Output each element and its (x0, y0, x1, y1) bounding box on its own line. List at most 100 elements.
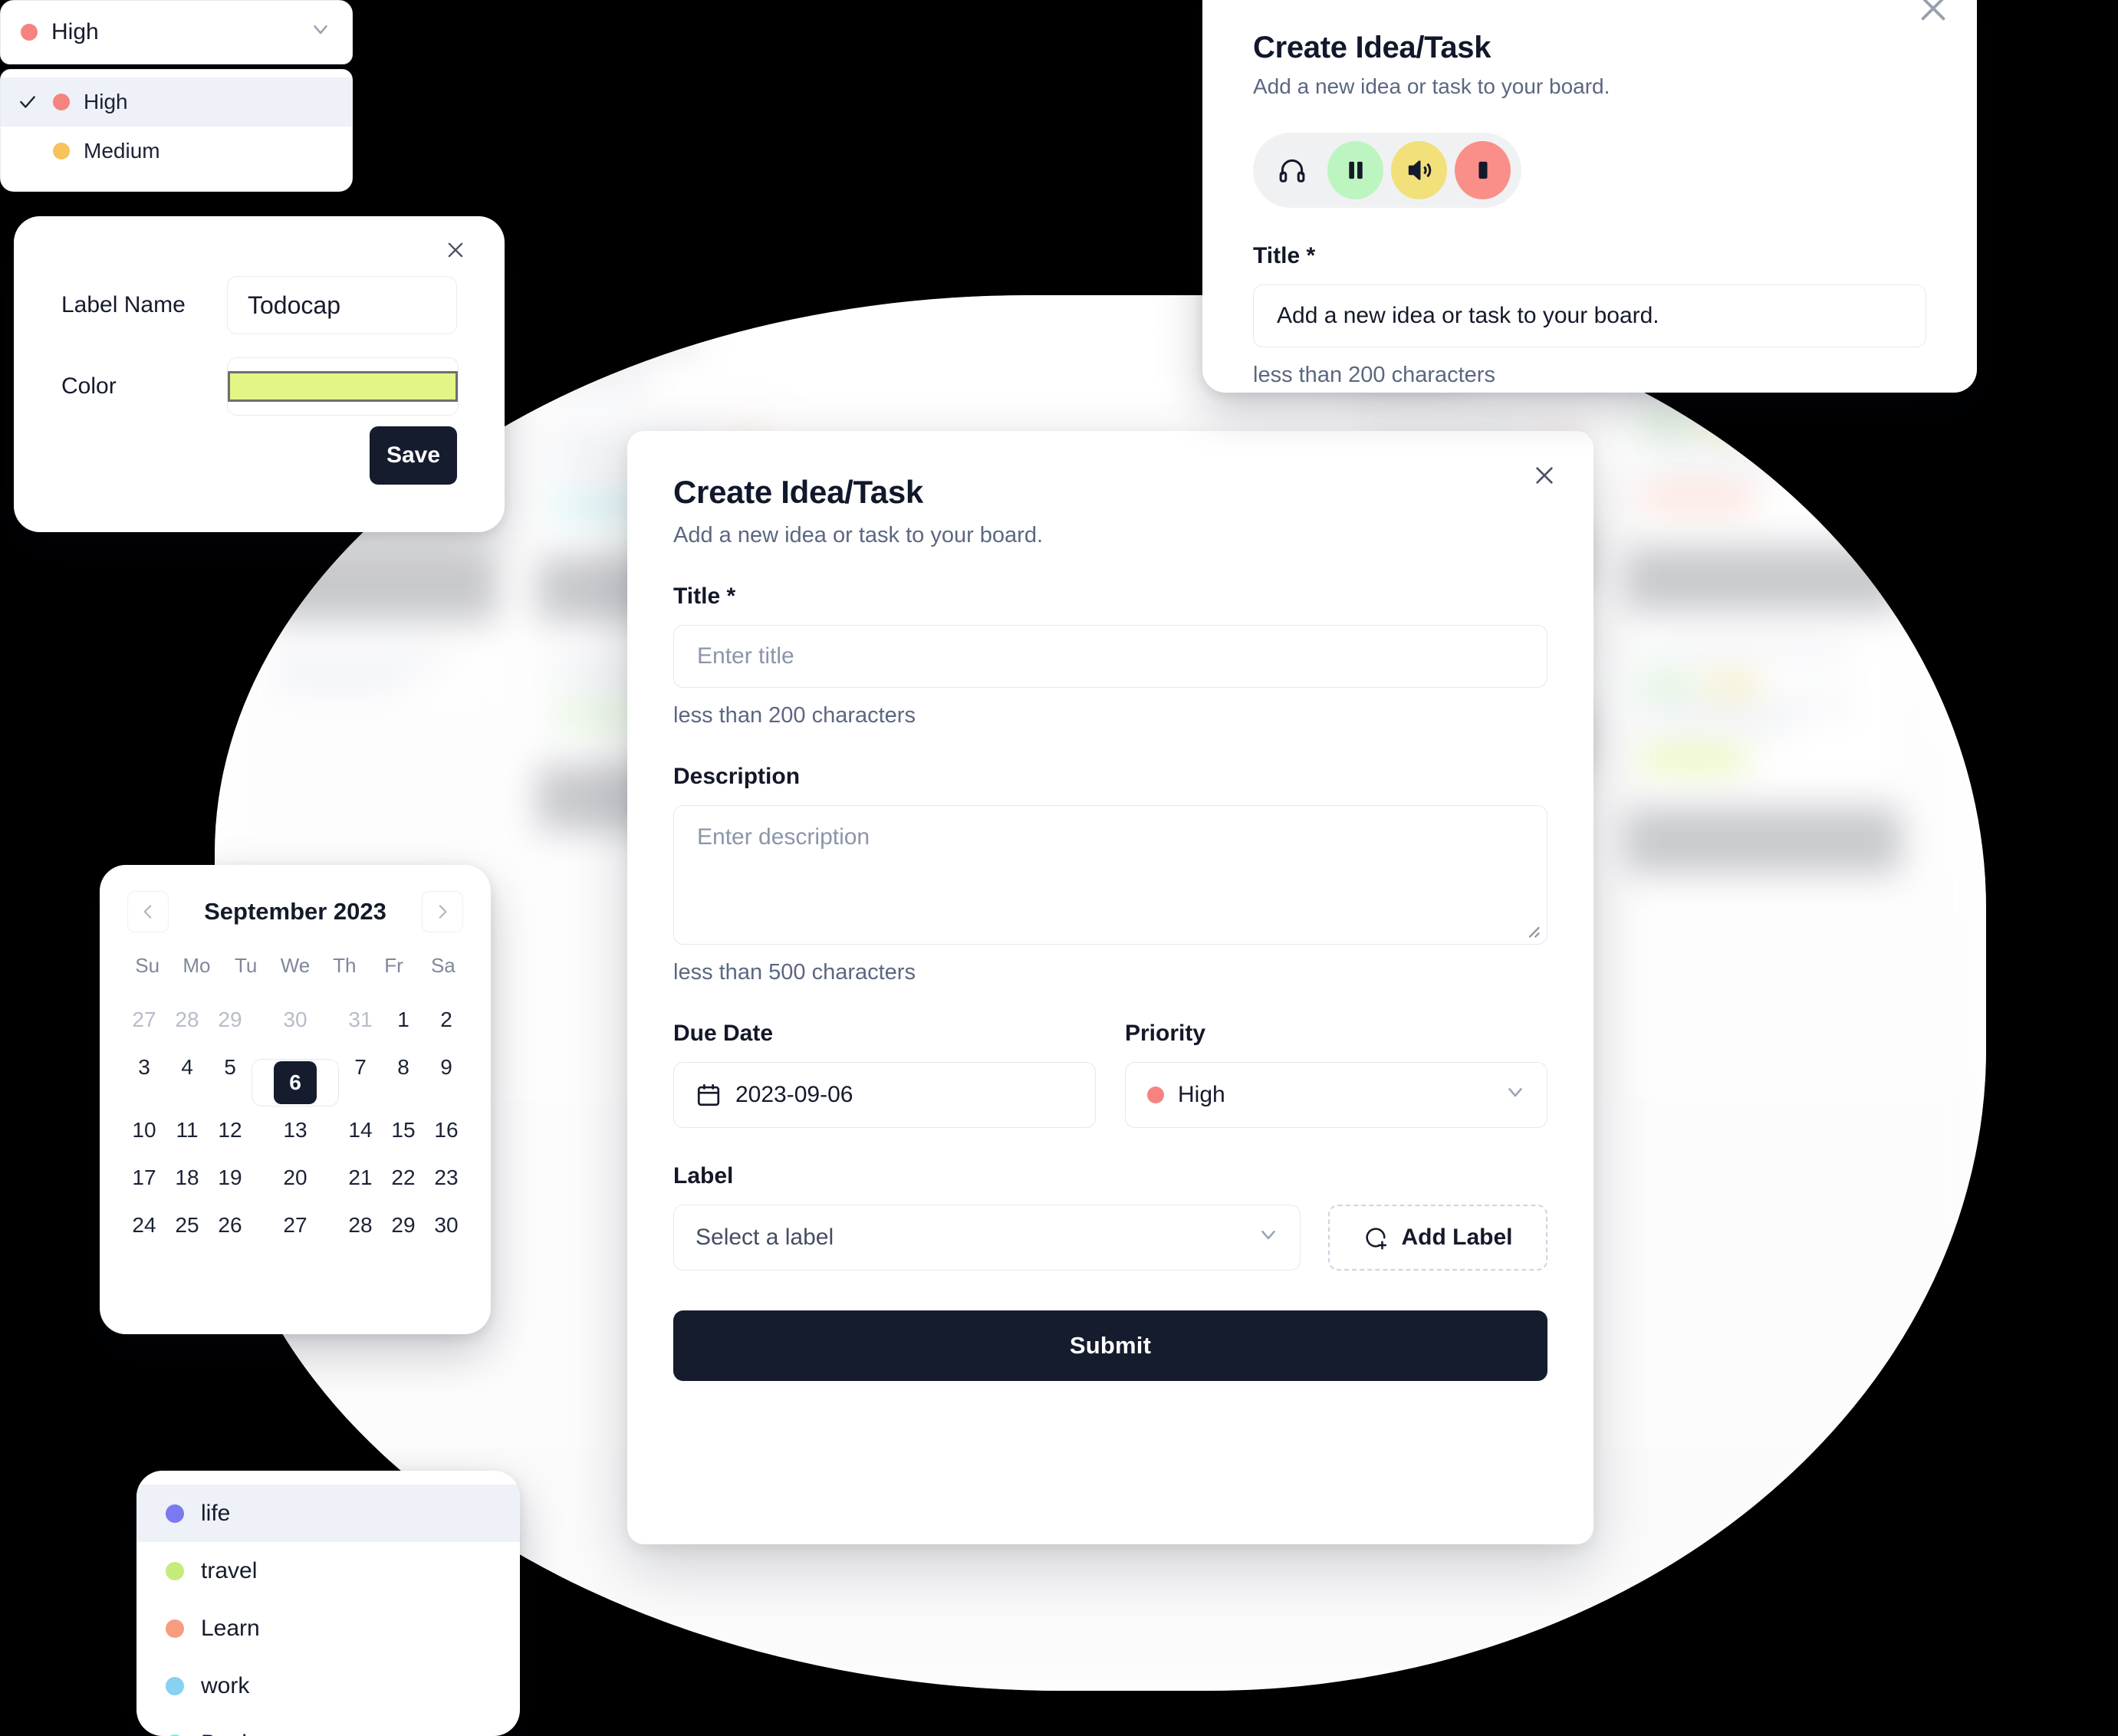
label-list-item[interactable]: life (136, 1484, 520, 1542)
calendar-day[interactable]: 9 (425, 1044, 468, 1091)
pause-button[interactable] (1327, 141, 1383, 199)
priority-dropdown-trigger[interactable]: High (0, 0, 353, 64)
priority-select[interactable]: High (1125, 1062, 1547, 1128)
calendar-day[interactable]: 1 (382, 996, 425, 1044)
calendar-day-number: 14 (348, 1118, 373, 1142)
priority-option-label: High (84, 90, 128, 113)
calendar-day-grid: 27 28 29 30 31 1 2 3 4 5 6 7 8 9 10 11 12 13 14 15 16 17 18 19 2… (123, 996, 468, 1249)
description-placeholder: Enter description (697, 824, 870, 850)
calendar-day-number: 7 (354, 1055, 367, 1079)
close-icon[interactable] (439, 233, 472, 267)
label-list-item[interactable]: work (136, 1657, 520, 1715)
calendar-day-number: 30 (434, 1213, 459, 1237)
calendar-day[interactable]: 13 (252, 1106, 339, 1154)
priority-dropdown: High High Medium Low (0, 0, 353, 192)
calendar-day[interactable]: 26 (209, 1202, 252, 1249)
title-input[interactable]: Add a new idea or task to your board. (1253, 284, 1926, 347)
label-name-input[interactable]: Todocap (227, 276, 457, 334)
calendar-day[interactable]: 17 (123, 1154, 166, 1202)
calendar-day[interactable]: 5 (209, 1044, 252, 1091)
calendar-day[interactable]: 21 (339, 1154, 382, 1202)
calendar-day-number: 22 (391, 1166, 416, 1189)
chevron-left-icon (143, 905, 152, 919)
calendar-day-number: 13 (283, 1118, 308, 1142)
calendar-day[interactable]: 15 (382, 1106, 425, 1154)
calendar-day-number: 21 (348, 1166, 373, 1189)
save-button[interactable]: Save (370, 426, 457, 485)
calendar-day[interactable]: 31 (339, 996, 382, 1044)
calendar-day[interactable]: 30 (252, 996, 339, 1044)
calendar-day[interactable]: 22 (382, 1154, 425, 1202)
calendar-day-number: 19 (218, 1166, 242, 1189)
priority-group: Priority High (1125, 985, 1547, 1128)
calendar-day[interactable]: 16 (425, 1106, 468, 1154)
priority-options-menu: High Medium Low (0, 69, 353, 192)
calendar-day[interactable]: 25 (166, 1202, 209, 1249)
headphones-button[interactable] (1264, 141, 1320, 199)
title-field-label: Title * (673, 584, 736, 609)
pause-icon (1348, 161, 1363, 179)
calendar-day[interactable]: 12 (209, 1106, 252, 1154)
calendar-weekday: Su (135, 954, 160, 977)
calendar-day[interactable]: 29 (382, 1202, 425, 1249)
stop-button[interactable] (1455, 141, 1511, 199)
resize-handle-icon[interactable] (1524, 922, 1541, 939)
title-input[interactable]: Enter title (673, 625, 1547, 688)
title-hint: less than 200 characters (1253, 363, 1495, 387)
label-select[interactable]: Select a label (673, 1205, 1301, 1271)
due-date-input[interactable]: 2023-09-06 (673, 1062, 1096, 1128)
calendar-day[interactable]: 2 (425, 996, 468, 1044)
label-list-item[interactable]: Learn (136, 1600, 520, 1657)
calendar-day[interactable]: 27 (123, 996, 166, 1044)
description-textarea[interactable]: Enter description (673, 805, 1547, 945)
calendar-day[interactable]: 23 (425, 1154, 468, 1202)
close-icon[interactable] (1524, 455, 1564, 495)
calendar-day[interactable]: 28 (166, 996, 209, 1044)
calendar-day[interactable]: 7 (339, 1044, 382, 1091)
chevron-down-icon (1257, 1223, 1280, 1252)
calendar-day[interactable]: 28 (339, 1202, 382, 1249)
calendar-day[interactable]: 27 (252, 1202, 339, 1249)
calendar-day[interactable]: 4 (166, 1044, 209, 1091)
submit-button[interactable]: Submit (673, 1310, 1547, 1381)
calendar-day[interactable]: 3 (123, 1044, 166, 1091)
color-picker[interactable] (227, 357, 459, 416)
description-field-label: Description (673, 764, 801, 789)
color-swatch[interactable] (228, 371, 458, 402)
priority-option[interactable]: Medium (1, 127, 352, 176)
speaker-button[interactable] (1391, 141, 1447, 199)
title-hint: less than 200 characters (673, 703, 916, 728)
label-select-value: Select a label (696, 1225, 834, 1250)
calendar-day[interactable]: 18 (166, 1154, 209, 1202)
prev-month-button[interactable] (127, 891, 169, 932)
label-color-label: Color (61, 373, 117, 399)
chevron-down-icon (309, 18, 332, 47)
calendar-day[interactable]: 11 (166, 1106, 209, 1154)
calendar-day[interactable]: 29 (209, 996, 252, 1044)
calendar-day-number: 27 (283, 1213, 308, 1237)
priority-selected-value: High (51, 19, 99, 44)
label-list-item[interactable]: travel (136, 1542, 520, 1600)
close-icon[interactable] (1916, 0, 1951, 26)
calendar-day[interactable]: 6 (252, 1059, 339, 1106)
calendar-day[interactable]: 8 (382, 1044, 425, 1091)
calendar-day[interactable]: 14 (339, 1106, 382, 1154)
calendar-day[interactable]: 20 (252, 1154, 339, 1202)
dialog-subtitle: Add a new idea or task to your board. (673, 523, 1044, 547)
priority-color-dot (21, 24, 38, 41)
audio-controls-bar (1253, 133, 1521, 208)
calendar-day-number: 11 (176, 1118, 199, 1142)
calendar-day[interactable]: 24 (123, 1202, 166, 1249)
calendar-day[interactable]: 30 (425, 1202, 468, 1249)
next-month-button[interactable] (422, 891, 463, 932)
priority-option[interactable]: High (1, 77, 352, 127)
calendar-day[interactable]: 10 (123, 1106, 166, 1154)
speaker-icon (1408, 160, 1431, 180)
calendar-day-number: 30 (283, 1008, 308, 1031)
calendar-day[interactable]: 19 (209, 1154, 252, 1202)
priority-option[interactable]: Low (1, 176, 352, 192)
label-list-item[interactable]: Design (136, 1715, 520, 1736)
calendar-day-number: 4 (181, 1055, 193, 1079)
calendar-day-number: 9 (440, 1055, 452, 1079)
add-label-button[interactable]: Add Label (1328, 1205, 1547, 1271)
